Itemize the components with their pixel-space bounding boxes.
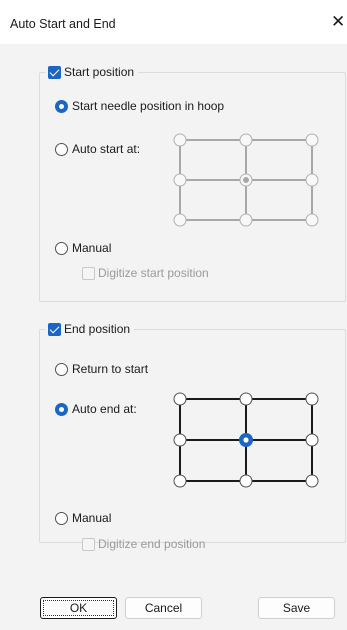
start-needle-radio-icon[interactable]	[55, 99, 68, 113]
end-position-check-icon[interactable]	[48, 322, 61, 336]
end-grid-point-center[interactable]	[239, 433, 253, 447]
auto-end-radio[interactable]: Auto end at:	[55, 402, 137, 416]
window-title: Auto Start and End	[10, 17, 116, 31]
end-position-grid	[173, 392, 319, 488]
end-grid-point-top-right[interactable]	[305, 392, 319, 406]
close-icon[interactable]: ✕	[331, 12, 347, 32]
end-manual-label: Manual	[72, 511, 112, 525]
digitize-start-checkbox[interactable]: Digitize start position	[82, 266, 209, 280]
title-bar: Auto Start and End ✕	[0, 0, 347, 44]
end-manual-radio-icon[interactable]	[55, 511, 68, 525]
end-grid-point-bottom-center[interactable]	[239, 474, 253, 488]
return-to-start-radio-icon[interactable]	[55, 362, 68, 376]
save-button[interactable]: Save	[258, 597, 335, 619]
start-needle-label: Start needle position in hoop	[72, 99, 225, 113]
digitize-start-label: Digitize start position	[98, 266, 209, 280]
end-grid-point-middle-right[interactable]	[305, 433, 319, 447]
end-grid-point-bottom-left[interactable]	[173, 474, 187, 488]
start-manual-radio-icon[interactable]	[55, 241, 68, 255]
start-position-check-icon[interactable]	[48, 65, 61, 79]
start-grid-point-bottom-right	[305, 213, 319, 227]
start-manual-radio[interactable]: Manual	[55, 241, 111, 255]
end-grid-point-top-center[interactable]	[239, 392, 253, 406]
ok-button[interactable]: OK	[40, 597, 117, 619]
end-grid-point-middle-left[interactable]	[173, 433, 187, 447]
start-grid-point-middle-right	[305, 173, 319, 187]
start-grid-point-bottom-left	[173, 213, 187, 227]
start-needle-radio[interactable]: Start needle position in hoop	[55, 99, 224, 113]
start-position-grid	[173, 133, 319, 227]
digitize-end-label: Digitize end position	[98, 537, 206, 551]
start-grid-point-bottom-center	[239, 213, 253, 227]
digitize-start-check-icon[interactable]	[82, 266, 95, 280]
start-manual-label: Manual	[72, 241, 112, 255]
start-grid-point-top-center	[239, 133, 253, 147]
digitize-end-check-icon[interactable]	[82, 537, 95, 551]
return-to-start-radio[interactable]: Return to start	[55, 362, 148, 376]
start-position-checkbox[interactable]: Start position	[46, 63, 139, 81]
auto-start-label: Auto start at:	[72, 142, 141, 156]
return-to-start-label: Return to start	[72, 362, 149, 376]
end-grid-point-top-left[interactable]	[173, 392, 187, 406]
auto-end-radio-icon[interactable]	[55, 402, 68, 416]
auto-end-label: Auto end at:	[72, 402, 137, 416]
end-grid-point-bottom-right[interactable]	[305, 474, 319, 488]
auto-start-end-dialog: Auto Start and End ✕ Start position Star…	[0, 0, 347, 630]
start-grid-point-top-right	[305, 133, 319, 147]
digitize-end-checkbox[interactable]: Digitize end position	[82, 537, 205, 551]
auto-start-radio[interactable]: Auto start at:	[55, 142, 140, 156]
start-position-label: Start position	[64, 65, 135, 79]
start-grid-point-middle-left	[173, 173, 187, 187]
end-position-checkbox[interactable]: End position	[46, 320, 135, 338]
end-manual-radio[interactable]: Manual	[55, 511, 111, 525]
cancel-button[interactable]: Cancel	[125, 597, 202, 619]
start-grid-point-top-left	[173, 133, 187, 147]
end-position-label: End position	[64, 322, 131, 336]
auto-start-radio-icon[interactable]	[55, 142, 68, 156]
start-grid-point-center	[239, 173, 253, 187]
